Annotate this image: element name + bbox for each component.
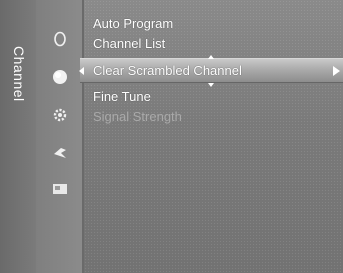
menu-item-label: Signal Strength xyxy=(93,109,182,124)
scroll-up-arrow-icon xyxy=(208,55,214,59)
settings-icon[interactable] xyxy=(51,106,69,124)
submenu-arrow-icon xyxy=(333,66,340,76)
tv-menu-screen: Channel Auto Program Channel List Clear … xyxy=(0,0,343,273)
channel-menu: Auto Program Channel List Clear Scramble… xyxy=(79,14,343,127)
menu-item-label: Auto Program xyxy=(93,16,174,31)
menu-item-fine-tune[interactable]: Fine Tune xyxy=(86,87,343,107)
picture-icon[interactable] xyxy=(51,30,69,48)
menu-item-channel-list[interactable]: Channel List xyxy=(86,34,343,54)
menu-item-label: Fine Tune xyxy=(93,89,151,104)
selection-left-arrow-icon xyxy=(79,67,84,75)
category-sidebar: Channel xyxy=(0,0,37,273)
category-label: Channel xyxy=(11,46,27,102)
menu-item-label: Channel List xyxy=(93,36,166,51)
input-icon[interactable] xyxy=(51,144,69,162)
menu-item-auto-program[interactable]: Auto Program xyxy=(86,14,343,34)
channel-icon[interactable] xyxy=(45,63,75,91)
application-icon[interactable] xyxy=(51,180,69,198)
menu-item-clear-scrambled-channel[interactable]: Clear Scrambled Channel xyxy=(79,55,343,87)
menu-icon-column xyxy=(36,0,84,273)
menu-item-signal-strength: Signal Strength xyxy=(86,107,343,127)
menu-item-label: Clear Scrambled Channel xyxy=(93,63,242,78)
